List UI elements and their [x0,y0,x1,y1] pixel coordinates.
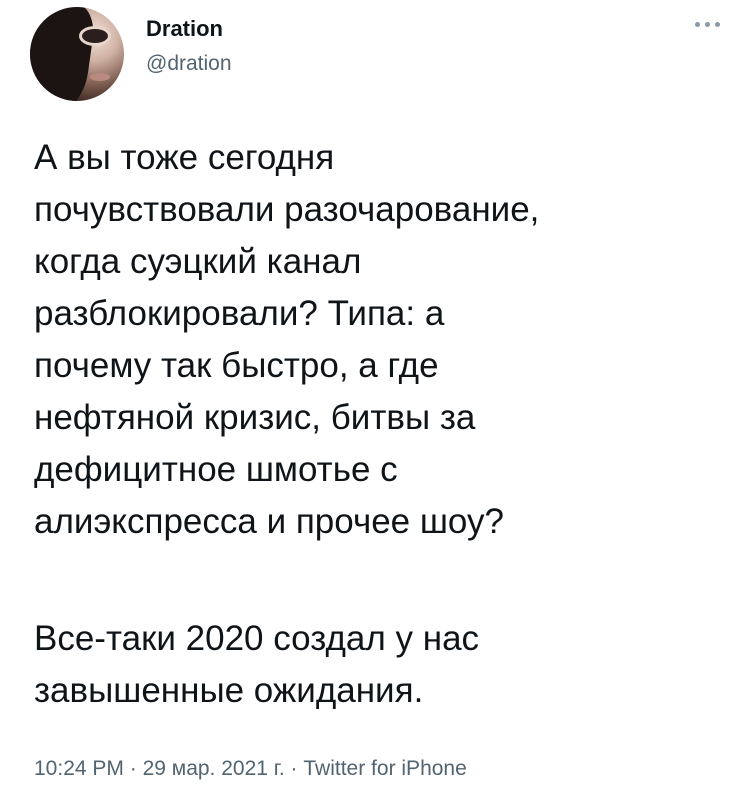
tweet-text-line: разблокировали? Типа: а [34,294,445,333]
tweet-text-line: почему так быстро, а где [34,346,439,385]
user-handle[interactable]: @dration [146,52,232,76]
tweet-time[interactable]: 10:24 PM [34,757,124,780]
meta-separator: · [123,757,143,780]
meta-separator: · [284,757,304,780]
avatar-hair [30,7,98,101]
tweet-text-line: Все-таки 2020 создал у нас [34,619,480,658]
avatar-eye [82,29,108,43]
tweet-text-line: А вы тоже сегодня [34,138,335,177]
tweet-source[interactable]: Twitter for iPhone [303,757,466,780]
dot-icon [695,22,700,27]
more-options-icon[interactable] [695,14,720,35]
tweet-text-line: дефицитное шмотье с [34,450,398,489]
tweet-date[interactable]: 29 мар. 2021 г. [143,757,285,780]
avatar-lip [90,73,110,81]
dot-icon [705,22,710,27]
tweet-text-paragraph-2: Все-таки 2020 создал у нас завышенные ож… [34,613,724,717]
display-name[interactable]: Dration [146,16,223,42]
tweet-text-paragraph-1: А вы тоже сегодня почувствовали разочаро… [34,132,724,548]
dot-icon [715,22,720,27]
avatar[interactable] [30,7,124,101]
tweet-metadata: 10:24 PM · 29 мар. 2021 г. · Twitter for… [34,757,467,781]
tweet-text-line: завышенные ожидания. [34,671,424,710]
tweet-text-line: когда суэцкий канал [34,242,362,281]
tweet-card: Dration @dration А вы тоже сегодня почув… [0,0,750,799]
tweet-text-line: алиэкспресса и прочее шоу? [34,502,504,541]
tweet-text-line: почувствовали разочарование, [34,190,540,229]
tweet-text-line: нефтяной кризис, битвы за [34,398,476,437]
